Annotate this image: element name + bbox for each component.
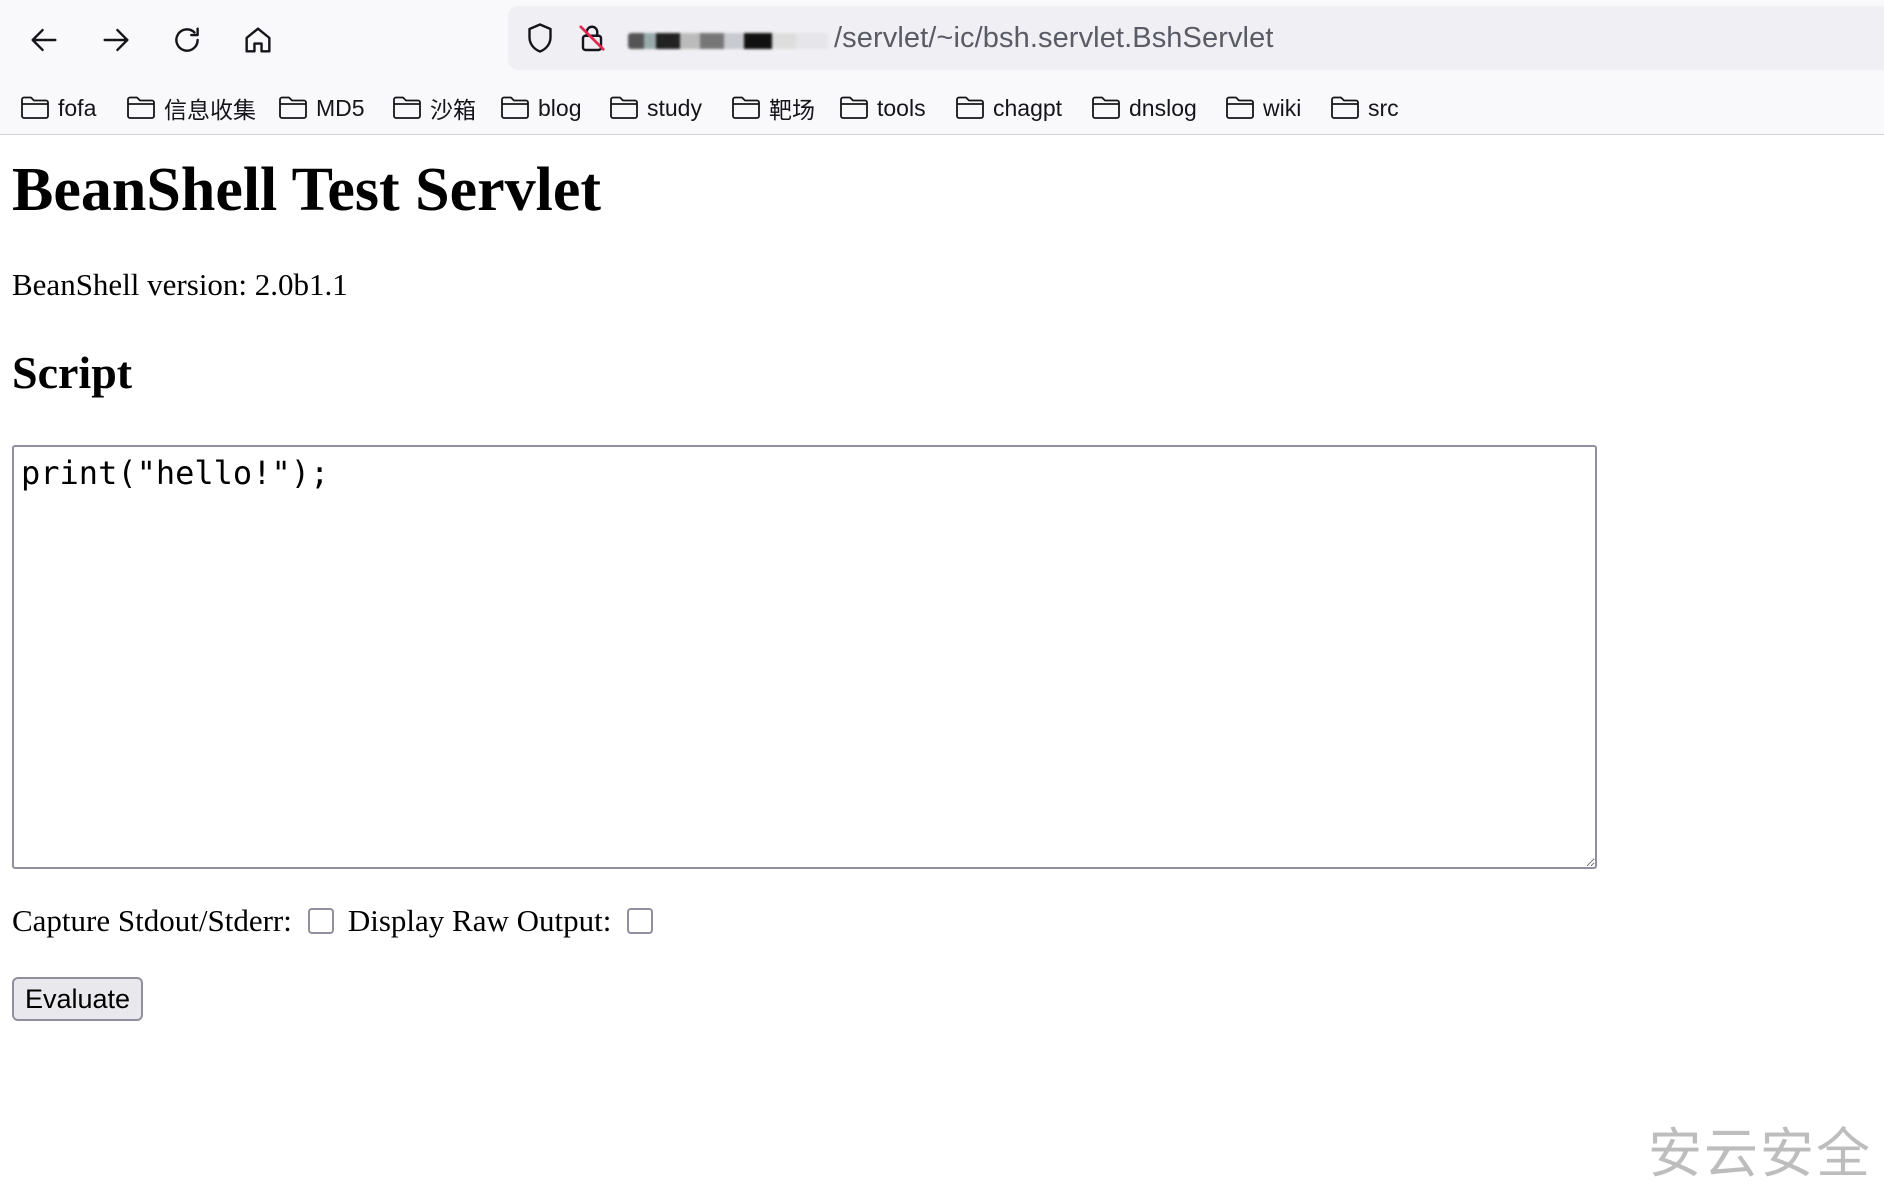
- script-textarea[interactable]: print("hello!");: [12, 445, 1597, 869]
- bookmark-label: 靶场: [769, 97, 815, 123]
- output-options: Capture Stdout/Stderr: Display Raw Outpu…: [12, 903, 667, 939]
- bookmark-label: MD5: [316, 94, 365, 121]
- version-text: BeanShell version: 2.0b1.1: [12, 267, 348, 302]
- folder-icon: [501, 96, 529, 119]
- reload-button[interactable]: [161, 16, 213, 64]
- back-button[interactable]: [18, 16, 70, 64]
- browser-toolbar: /servlet/~ic/bsh.servlet.BshServlet: [0, 0, 1884, 78]
- home-icon: [245, 27, 271, 53]
- forward-arrow-icon: [103, 28, 129, 52]
- folder-icon: [610, 96, 638, 119]
- bookmark-label: tools: [877, 94, 926, 121]
- bookmark-label: blog: [538, 94, 582, 121]
- home-button[interactable]: [232, 16, 284, 64]
- bookmark-range[interactable]: 靶场: [731, 90, 815, 126]
- folder-icon: [956, 96, 984, 119]
- bookmark-study[interactable]: study: [609, 90, 702, 126]
- folder-icon: [21, 96, 49, 119]
- shield-icon[interactable]: [522, 20, 558, 56]
- folder-icon: [1226, 96, 1254, 119]
- url-host-redacted: [628, 33, 828, 49]
- folder-icon: [279, 96, 307, 119]
- bookmark-tools[interactable]: tools: [839, 90, 926, 126]
- url-path: /servlet/~ic/bsh.servlet.BshServlet: [834, 22, 1274, 54]
- forward-button[interactable]: [90, 16, 142, 64]
- capture-stdout-label: Capture Stdout/Stderr:: [12, 903, 292, 938]
- page-content: BeanShell Test Servlet BeanShell version…: [0, 135, 1884, 1196]
- bookmark-label: src: [1368, 94, 1399, 121]
- folder-icon: [840, 96, 868, 119]
- bookmark-label: chagpt: [993, 94, 1063, 121]
- reload-icon: [175, 27, 199, 52]
- watermark: 安云安全: [1648, 1122, 1872, 1185]
- bookmark-info-collection[interactable]: 信息收集: [126, 90, 256, 126]
- script-heading: Script: [12, 347, 133, 398]
- bookmark-label: 沙箱: [430, 97, 476, 123]
- bookmark-dnslog[interactable]: dnslog: [1091, 90, 1197, 126]
- raw-output-checkbox[interactable]: [627, 908, 654, 934]
- capture-stdout-checkbox[interactable]: [307, 908, 334, 934]
- folder-icon: [732, 96, 760, 119]
- page-title: BeanShell Test Servlet: [12, 156, 602, 224]
- folder-icon: [1092, 96, 1120, 119]
- raw-output-label: Display Raw Output:: [347, 903, 612, 938]
- folder-icon: [127, 96, 155, 119]
- back-arrow-icon: [31, 28, 57, 52]
- bookmark-label: wiki: [1263, 94, 1302, 121]
- bookmark-label: fofa: [58, 94, 97, 121]
- bookmark-fofa[interactable]: fofa: [20, 90, 96, 126]
- bookmark-blog[interactable]: blog: [500, 90, 581, 126]
- bookmark-md5[interactable]: MD5: [278, 90, 365, 126]
- bookmark-sandbox[interactable]: 沙箱: [392, 90, 476, 126]
- bookmark-label: study: [647, 94, 702, 121]
- url-bar[interactable]: /servlet/~ic/bsh.servlet.BshServlet: [508, 6, 1884, 70]
- bookmark-src[interactable]: src: [1330, 90, 1399, 126]
- folder-icon: [393, 96, 421, 119]
- insecure-lock-icon[interactable]: [574, 20, 610, 56]
- bookmark-chagpt[interactable]: chagpt: [955, 90, 1062, 126]
- folder-icon: [1331, 96, 1359, 119]
- bookmark-wiki[interactable]: wiki: [1225, 90, 1301, 126]
- bookmarks-toolbar: fofa 信息收集 MD5 沙箱 blog study 靶场 tools cha…: [0, 78, 1884, 135]
- evaluate-button[interactable]: Evaluate: [12, 977, 144, 1021]
- bookmark-label: dnslog: [1129, 94, 1197, 121]
- bookmark-label: 信息收集: [164, 97, 256, 123]
